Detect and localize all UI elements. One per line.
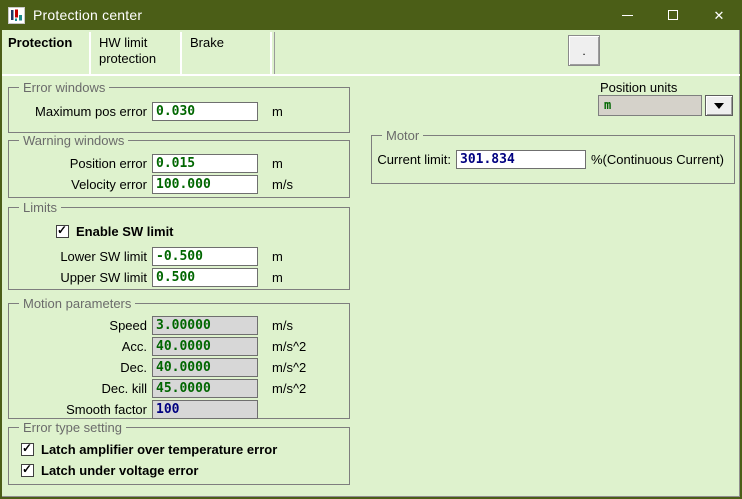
tab-strip: Protection HW limit protection Brake . <box>2 30 740 76</box>
tab-end-divider <box>274 32 275 74</box>
dec-unit: m/s^2 <box>272 360 306 375</box>
enable-sw-limit-label: Enable SW limit <box>76 224 174 239</box>
group-error-windows: Error windows Maximum pos error m <box>8 87 350 133</box>
latch-under-voltage-checkbox[interactable]: ✓ <box>21 464 34 477</box>
lower-sw-limit-label: Lower SW limit <box>9 249 152 264</box>
check-icon: ✓ <box>57 223 67 237</box>
latch-over-temperature-label: Latch amplifier over temperature error <box>41 442 277 457</box>
position-units-dropdown-button[interactable] <box>705 95 733 116</box>
chevron-down-icon <box>714 103 724 109</box>
group-warning-windows: Warning windows Position error m Velocit… <box>8 140 350 198</box>
velocity-error-unit: m/s <box>272 177 293 192</box>
group-limits-legend: Limits <box>19 200 61 215</box>
lower-sw-limit-input[interactable] <box>152 247 258 266</box>
maximize-icon <box>668 10 678 20</box>
group-motor: Motor Current limit: %(Continuous Curren… <box>371 135 735 184</box>
upper-sw-limit-input[interactable] <box>152 268 258 287</box>
acc-unit: m/s^2 <box>272 339 306 354</box>
dec-kill-label: Dec. kill <box>9 381 152 396</box>
group-error-type-setting: Error type setting ✓ Latch amplifier ove… <box>8 427 350 485</box>
window-controls: ✕ <box>604 0 742 30</box>
maximum-pos-error-unit: m <box>272 104 283 119</box>
close-button[interactable]: ✕ <box>696 0 742 30</box>
group-limits: Limits ✓ Enable SW limit Lower SW limit … <box>8 207 350 290</box>
maximize-button[interactable] <box>650 0 696 30</box>
smooth-factor-input <box>152 400 258 419</box>
acc-label: Acc. <box>9 339 152 354</box>
velocity-error-input[interactable] <box>152 175 258 194</box>
smooth-factor-label: Smooth factor <box>9 402 152 417</box>
latch-over-temperature-checkbox[interactable]: ✓ <box>21 443 34 456</box>
upper-sw-limit-label: Upper SW limit <box>9 270 152 285</box>
protection-center-window: Protection center ✕ Protection HW limit … <box>0 0 742 499</box>
latch-under-voltage-label: Latch under voltage error <box>41 463 198 478</box>
dec-label: Dec. <box>9 360 152 375</box>
group-motor-legend: Motor <box>382 128 423 143</box>
position-error-label: Position error <box>9 156 152 171</box>
minimize-icon <box>622 15 633 16</box>
group-warning-windows-legend: Warning windows <box>19 133 128 148</box>
check-icon: ✓ <box>22 462 32 476</box>
position-error-input[interactable] <box>152 154 258 173</box>
group-motion-parameters: Motion parameters Speed m/s Acc. m/s^2 D… <box>8 303 350 419</box>
maximum-pos-error-label: Maximum pos error <box>9 104 152 119</box>
tab-brake[interactable]: Brake <box>184 32 272 74</box>
app-icon <box>8 7 25 24</box>
speed-unit: m/s <box>272 318 293 333</box>
enable-sw-limit-checkbox[interactable]: ✓ <box>56 225 69 238</box>
velocity-error-label: Velocity error <box>9 177 152 192</box>
dot-button[interactable]: . <box>568 35 600 66</box>
upper-sw-limit-unit: m <box>272 270 283 285</box>
position-units-label: Position units <box>600 80 677 95</box>
tab-protection[interactable]: Protection <box>2 32 91 74</box>
group-error-type-setting-legend: Error type setting <box>19 420 126 435</box>
minimize-button[interactable] <box>604 0 650 30</box>
current-limit-input[interactable] <box>456 150 586 169</box>
lower-sw-limit-unit: m <box>272 249 283 264</box>
acc-input <box>152 337 258 356</box>
window-title: Protection center <box>33 7 142 23</box>
speed-label: Speed <box>9 318 152 333</box>
group-motion-parameters-legend: Motion parameters <box>19 296 135 311</box>
position-error-unit: m <box>272 156 283 171</box>
close-icon: ✕ <box>714 9 725 22</box>
current-limit-label: Current limit: <box>372 152 456 167</box>
position-units-value[interactable]: m <box>598 95 702 116</box>
client-area: Protection HW limit protection Brake . P… <box>2 30 740 497</box>
current-limit-unit: %(Continuous Current) <box>591 152 724 167</box>
check-icon: ✓ <box>22 441 32 455</box>
speed-input <box>152 316 258 335</box>
dec-input <box>152 358 258 377</box>
dec-kill-unit: m/s^2 <box>272 381 306 396</box>
group-error-windows-legend: Error windows <box>19 80 109 95</box>
tab-hw-limit-protection[interactable]: HW limit protection <box>93 32 182 74</box>
maximum-pos-error-input[interactable] <box>152 102 258 121</box>
dec-kill-input <box>152 379 258 398</box>
position-units-combo: m <box>598 95 733 116</box>
titlebar: Protection center ✕ <box>0 0 742 30</box>
